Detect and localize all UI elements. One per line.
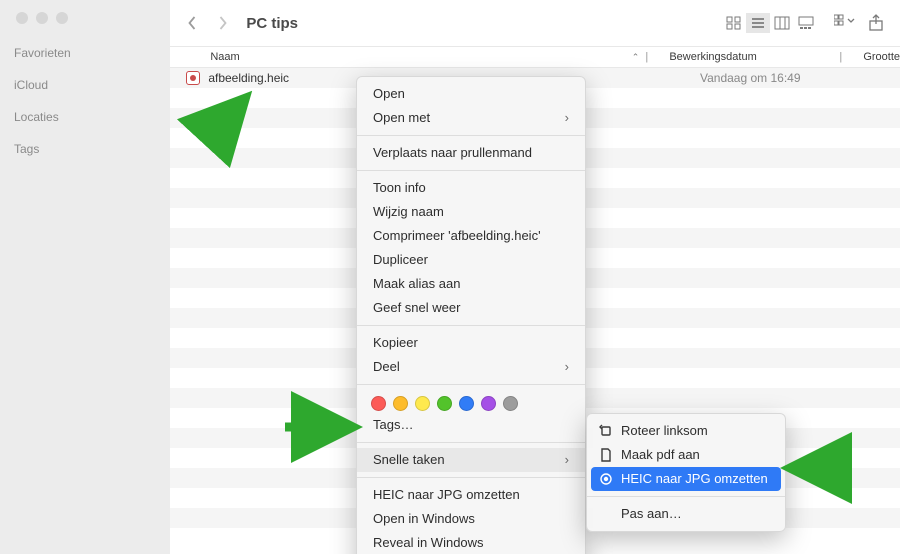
sub-rotate-left[interactable]: Roteer linksom <box>587 419 785 443</box>
ctx-open[interactable]: Open <box>357 82 585 106</box>
sidebar-section-tags[interactable]: Tags <box>0 138 170 170</box>
column-date[interactable]: Bewerkingsdatum <box>659 51 839 63</box>
ctx-share[interactable]: Deel› <box>357 355 585 379</box>
tag-purple[interactable] <box>481 396 496 411</box>
column-size[interactable]: Grootte <box>853 51 900 63</box>
file-name: afbeelding.heic <box>208 71 289 85</box>
ctx-make-alias[interactable]: Maak alias aan <box>357 272 585 296</box>
column-separator: | <box>645 51 659 63</box>
forward-button[interactable] <box>214 15 230 31</box>
ctx-heic-to-jpg[interactable]: HEIC naar JPG omzetten <box>357 483 585 507</box>
document-icon <box>599 448 613 462</box>
sub-heic-to-jpg[interactable]: HEIC naar JPG omzetten <box>591 467 781 491</box>
context-menu: Open Open met› Verplaats naar prullenman… <box>356 76 586 554</box>
workflow-icon <box>599 472 613 486</box>
quick-actions-submenu: Roteer linksom Maak pdf aan HEIC naar JP… <box>586 413 786 532</box>
toolbar: PC tips <box>170 0 900 46</box>
ctx-compress[interactable]: Comprimeer 'afbeelding.heic' <box>357 224 585 248</box>
close-icon[interactable] <box>16 12 28 24</box>
ctx-quick-look[interactable]: Geef snel weer <box>357 296 585 320</box>
ctx-open-in-windows[interactable]: Open in Windows <box>357 507 585 531</box>
ctx-move-to-trash[interactable]: Verplaats naar prullenmand <box>357 141 585 165</box>
ctx-rename[interactable]: Wijzig naam <box>357 200 585 224</box>
ctx-get-info[interactable]: Toon info <box>357 176 585 200</box>
sidebar-section-locations[interactable]: Locaties <box>0 106 170 138</box>
chevron-right-icon: › <box>565 109 569 127</box>
chevron-right-icon: › <box>565 358 569 376</box>
view-icons-icon[interactable] <box>722 13 746 33</box>
tag-orange[interactable] <box>393 396 408 411</box>
file-type-icon <box>186 71 200 85</box>
column-name-label: Naam <box>210 51 239 63</box>
window-controls <box>0 6 170 42</box>
ctx-reveal-in-windows[interactable]: Reveal in Windows <box>357 531 585 554</box>
ctx-tag-colors[interactable] <box>357 390 585 413</box>
group-by-icon[interactable] <box>834 14 852 32</box>
ctx-copy[interactable]: Kopieer <box>357 331 585 355</box>
view-mode-toggle[interactable] <box>722 13 818 33</box>
sidebar-section-favorites[interactable]: Favorieten <box>0 42 170 74</box>
ctx-tags[interactable]: Tags… <box>357 413 585 437</box>
sort-caret-icon: ⌃ <box>632 52 640 63</box>
file-date: Vandaag om 16:49 <box>690 71 900 85</box>
column-separator: | <box>839 51 853 63</box>
sub-customize[interactable]: Pas aan… <box>587 502 785 526</box>
ctx-open-with[interactable]: Open met› <box>357 106 585 130</box>
ctx-quick-actions[interactable]: Snelle taken› <box>357 448 585 472</box>
sub-make-pdf[interactable]: Maak pdf aan <box>587 443 785 467</box>
tag-blue[interactable] <box>459 396 474 411</box>
minimize-icon[interactable] <box>36 12 48 24</box>
folder-title: PC tips <box>246 15 298 32</box>
column-header: Naam ⌃ | Bewerkingsdatum | Grootte <box>170 46 900 68</box>
back-button[interactable] <box>184 15 200 31</box>
tag-yellow[interactable] <box>415 396 430 411</box>
sidebar-section-icloud[interactable]: iCloud <box>0 74 170 106</box>
tag-red[interactable] <box>371 396 386 411</box>
tag-green[interactable] <box>437 396 452 411</box>
view-gallery-icon[interactable] <box>794 13 818 33</box>
column-name[interactable]: Naam ⌃ <box>170 51 645 63</box>
zoom-icon[interactable] <box>56 12 68 24</box>
view-columns-icon[interactable] <box>770 13 794 33</box>
chevron-right-icon: › <box>565 451 569 469</box>
tag-gray[interactable] <box>503 396 518 411</box>
view-list-icon[interactable] <box>746 13 770 33</box>
rotate-left-icon <box>599 424 613 438</box>
sidebar: Favorieten iCloud Locaties Tags <box>0 0 170 554</box>
share-icon[interactable] <box>868 14 886 32</box>
ctx-duplicate[interactable]: Dupliceer <box>357 248 585 272</box>
